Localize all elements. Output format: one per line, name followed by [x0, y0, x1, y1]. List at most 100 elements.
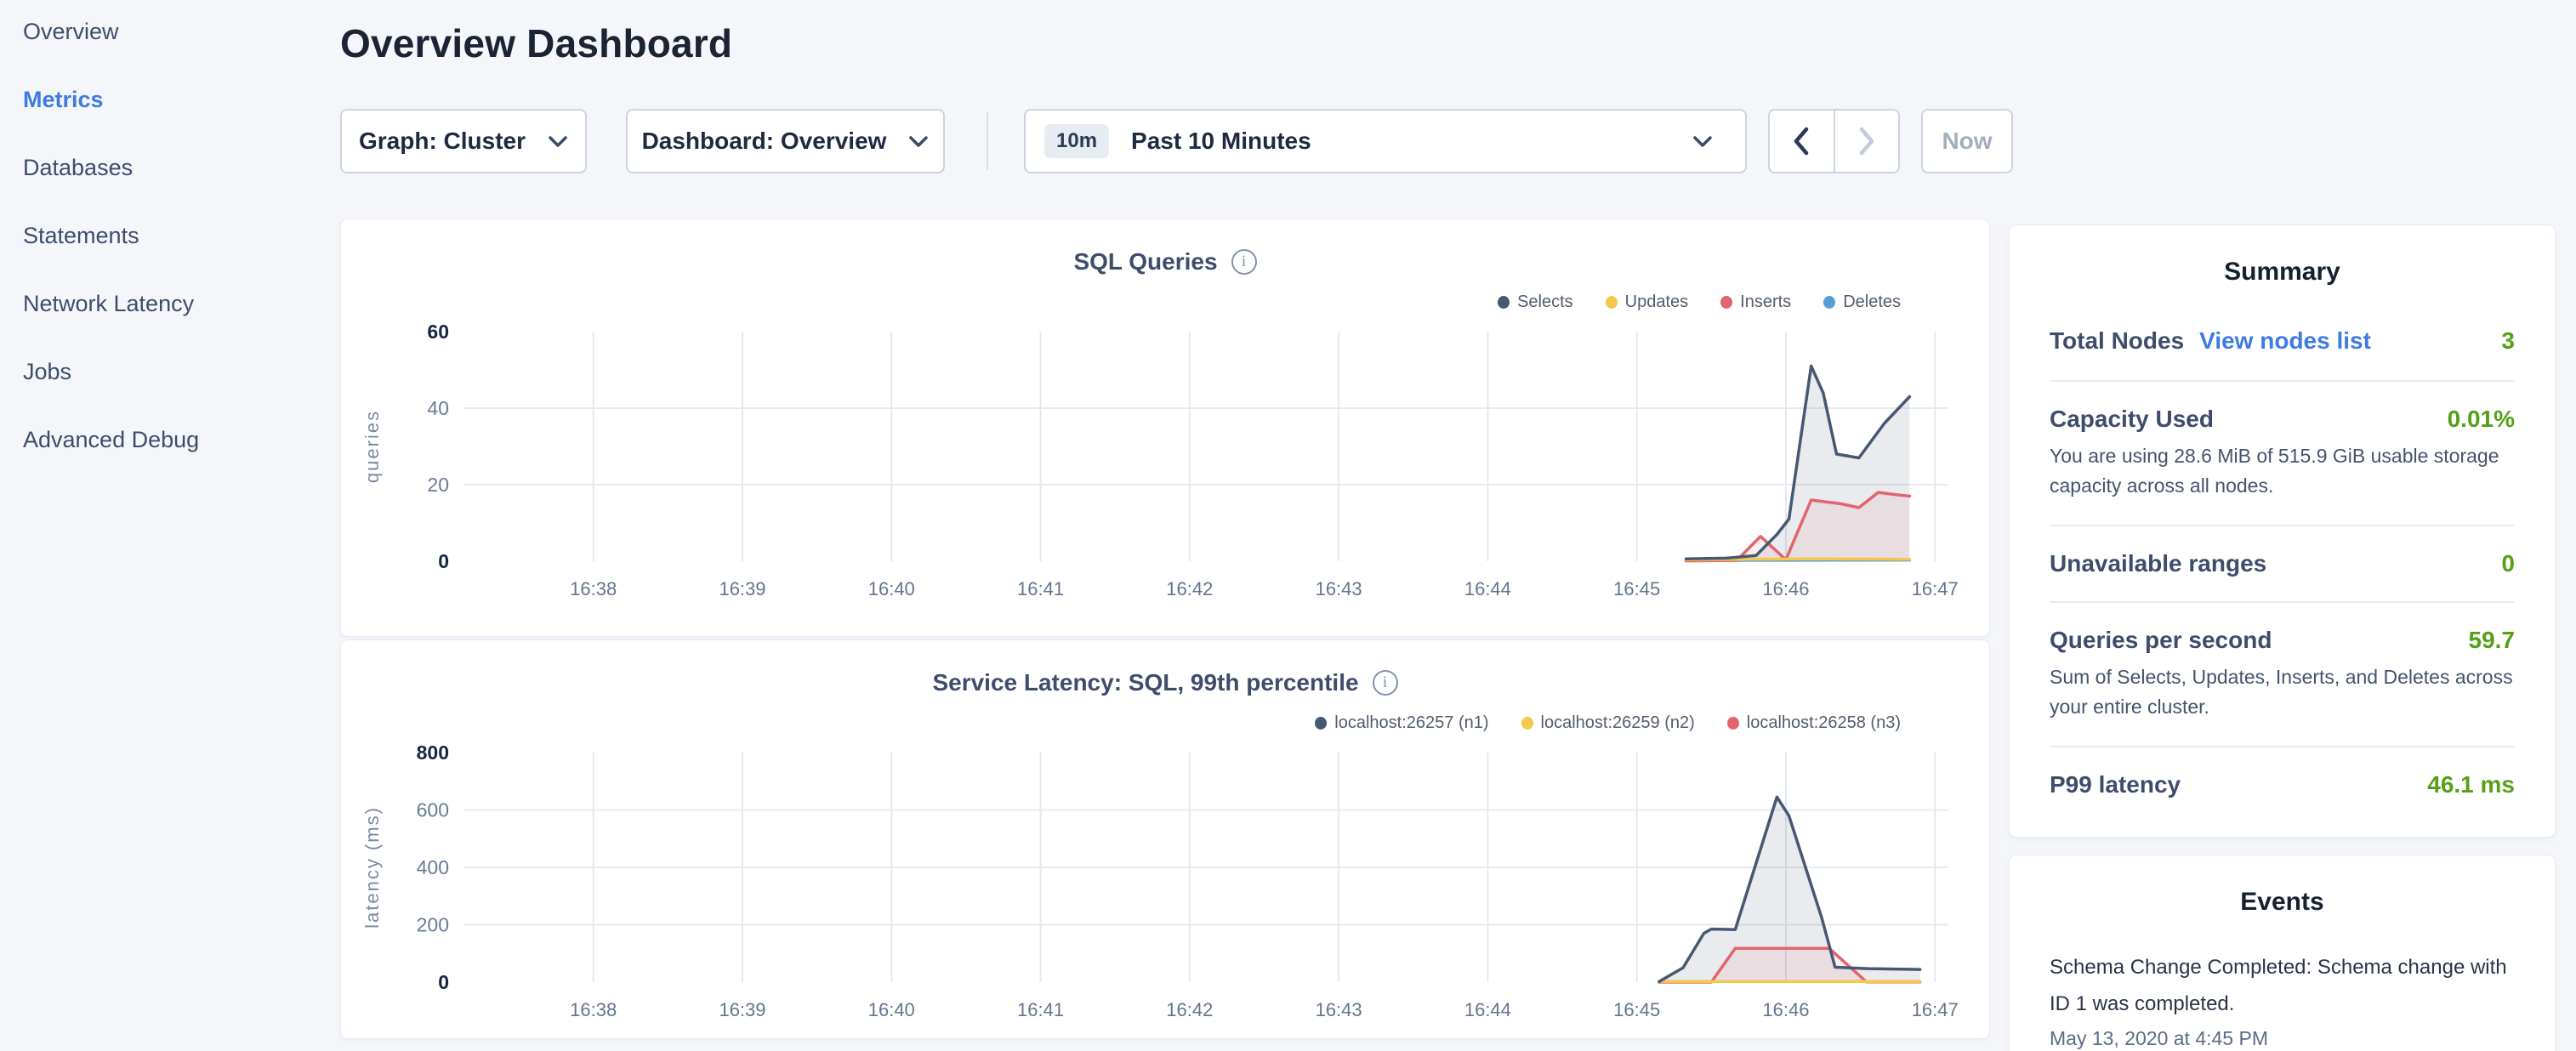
svg-text:16:47: 16:47 [1912, 999, 1959, 1020]
page-title: Overview Dashboard [340, 20, 732, 66]
svg-text:600: 600 [417, 799, 449, 821]
dashboard-dropdown[interactable]: Dashboard: Overview [626, 109, 945, 173]
svg-text:200: 200 [417, 914, 449, 936]
svg-text:16:45: 16:45 [1613, 999, 1660, 1020]
svg-text:20: 20 [427, 474, 449, 496]
sidebar-item-databases[interactable]: Databases [0, 153, 340, 221]
graph-dropdown-label: Graph: Cluster [359, 128, 526, 155]
svg-text:16:47: 16:47 [1912, 578, 1959, 599]
summary-panel: Summary Total Nodes View nodes list 3 Ca… [2009, 224, 2556, 838]
event-timestamp: May 13, 2020 at 4:45 PM [2050, 1027, 2515, 1050]
chart-canvas: 16:38 16:39 16:40 16:41 16:42 16:43 16:44 16:45… [341, 734, 1991, 1047]
legend-label: Deletes [1843, 293, 1901, 312]
chevron-down-icon [548, 135, 568, 148]
svg-text:16:42: 16:42 [1166, 578, 1213, 599]
summary-row-value: 0 [2501, 550, 2515, 577]
legend-dot-icon [1315, 717, 1327, 730]
time-prev-button[interactable] [1770, 111, 1834, 172]
legend-item[interactable]: Deletes [1823, 293, 1901, 312]
svg-text:16:38: 16:38 [570, 999, 617, 1020]
chevron-right-icon [1858, 127, 1875, 156]
svg-text:latency (ms): latency (ms) [361, 806, 383, 929]
legend-label: Inserts [1740, 293, 1791, 312]
time-range-dropdown[interactable]: 10m Past 10 Minutes [1024, 109, 1747, 173]
chart-plot-area[interactable]: 16:38 16:39 16:40 16:41 16:42 16:43 16:44 16:45… [341, 734, 1991, 1047]
summary-row-description: You are using 28.6 MiB of 515.9 GiB usab… [2050, 441, 2515, 501]
legend-label: localhost:26259 (n2) [1541, 713, 1695, 733]
svg-text:16:44: 16:44 [1464, 999, 1511, 1020]
sidebar-item-network-latency[interactable]: Network Latency [0, 289, 340, 357]
svg-text:16:40: 16:40 [868, 578, 915, 599]
events-panel: Events Schema Change Completed: Schema c… [2009, 855, 2556, 1051]
sidebar-nav-list: Overview Metrics Databases Statements Ne… [0, 0, 340, 493]
legend-item[interactable]: Inserts [1720, 293, 1791, 312]
summary-row-queries-per-second: Queries per second 59.7 Sum of Selects, … [2050, 601, 2515, 746]
svg-text:16:41: 16:41 [1017, 999, 1064, 1020]
svg-text:16:39: 16:39 [719, 578, 765, 599]
svg-text:60: 60 [427, 321, 449, 343]
summary-row-value: 3 [2501, 327, 2515, 355]
time-range-badge: 10m [1044, 124, 1109, 158]
chart-canvas: 16:3816:3916:4016:4116:4216:4316:4416:45… [341, 313, 1991, 626]
svg-text:16:39: 16:39 [719, 999, 765, 1020]
summary-row-value: 59.7 [2469, 627, 2516, 654]
view-nodes-list-link[interactable]: View nodes list [2199, 327, 2371, 355]
chart-title: Service Latency: SQL, 99th percentile [932, 669, 1358, 696]
svg-text:16:43: 16:43 [1316, 578, 1362, 599]
chart-plot-area[interactable]: 16:3816:3916:4016:4116:4216:4316:4416:45… [341, 313, 1991, 626]
summary-row-capacity-used: Capacity Used 0.01% You are using 28.6 M… [2050, 380, 2515, 525]
svg-text:16:38: 16:38 [570, 578, 617, 599]
chart-legend: Selects Updates Inserts Deletes [1498, 293, 1901, 312]
svg-text:40: 40 [427, 397, 449, 419]
events-title: Events [2010, 888, 2555, 917]
sidebar-item-overview[interactable]: Overview [0, 17, 340, 85]
svg-text:16:42: 16:42 [1166, 999, 1213, 1020]
sidebar-item-metrics[interactable]: Metrics [0, 85, 340, 153]
legend-dot-icon [1521, 717, 1533, 730]
sidebar-item-advanced-debug[interactable]: Advanced Debug [0, 425, 340, 493]
legend-dot-icon [1606, 296, 1618, 309]
chevron-down-icon [908, 135, 929, 148]
info-icon[interactable]: i [1373, 670, 1398, 696]
legend-item[interactable]: Updates [1606, 293, 1689, 312]
svg-text:0: 0 [438, 971, 449, 993]
svg-text:queries: queries [361, 410, 383, 483]
dashboard-dropdown-label: Dashboard: Overview [642, 128, 887, 155]
time-next-button[interactable] [1834, 111, 1899, 172]
chevron-down-icon [1692, 135, 1713, 148]
info-icon[interactable]: i [1231, 249, 1257, 275]
svg-text:400: 400 [417, 856, 449, 878]
sidebar-item-jobs[interactable]: Jobs [0, 357, 340, 425]
sidebar-item-statements[interactable]: Statements [0, 221, 340, 289]
summary-row-unavailable-ranges: Unavailable ranges 0 [2050, 525, 2515, 601]
legend-item[interactable]: localhost:26257 (n1) [1315, 713, 1488, 733]
summary-row-label: Capacity Used [2050, 406, 2214, 433]
svg-text:16:46: 16:46 [1762, 999, 1809, 1020]
graph-dropdown[interactable]: Graph: Cluster [340, 109, 587, 173]
summary-row-label: Total Nodes [2050, 327, 2184, 355]
legend-item[interactable]: localhost:26259 (n2) [1521, 713, 1695, 733]
time-pager [1768, 109, 1900, 173]
svg-text:16:46: 16:46 [1762, 578, 1809, 599]
event-message: Schema Change Completed: Schema change w… [2050, 949, 2515, 1022]
legend-dot-icon [1727, 717, 1739, 730]
legend-label: Selects [1517, 293, 1573, 312]
service-latency-chart-card: Service Latency: SQL, 99th percentile i … [340, 639, 1990, 1039]
summary-row-description: Sum of Selects, Updates, Inserts, and De… [2050, 662, 2515, 722]
legend-label: localhost:26258 (n3) [1747, 713, 1901, 733]
legend-label: Updates [1625, 293, 1689, 312]
summary-title: Summary [2010, 258, 2555, 287]
legend-label: localhost:26257 (n1) [1334, 713, 1488, 733]
legend-dot-icon [1498, 296, 1510, 309]
legend-item[interactable]: Selects [1498, 293, 1573, 312]
svg-text:800: 800 [417, 741, 449, 764]
controls-divider [987, 112, 988, 170]
chart-legend: localhost:26257 (n1) localhost:26259 (n2)… [1315, 713, 1901, 733]
svg-text:16:45: 16:45 [1613, 578, 1660, 599]
now-button[interactable]: Now [1921, 109, 2013, 173]
svg-text:16:40: 16:40 [868, 999, 915, 1020]
svg-text:16:43: 16:43 [1316, 999, 1362, 1020]
summary-row-value: 0.01% [2448, 406, 2515, 433]
summary-row-value: 46.1 ms [2427, 771, 2515, 798]
legend-item[interactable]: localhost:26258 (n3) [1727, 713, 1901, 733]
